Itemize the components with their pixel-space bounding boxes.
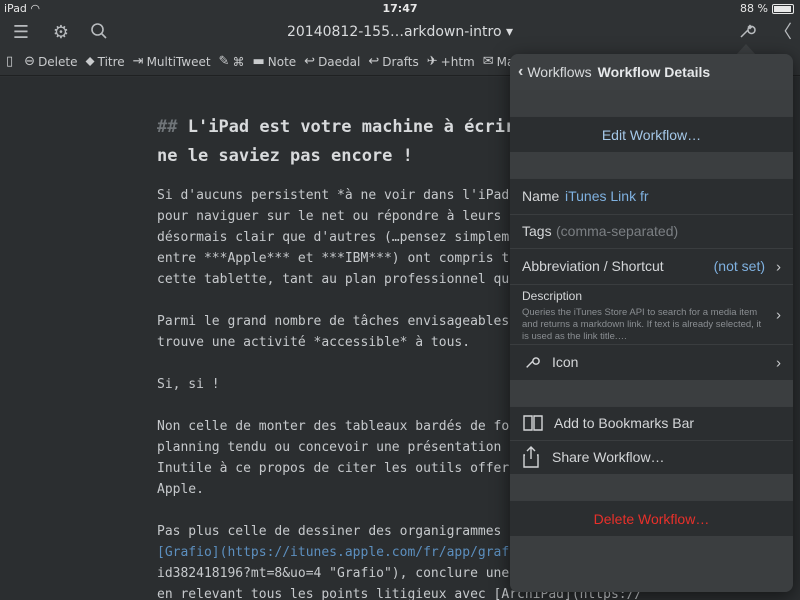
description-label: Description bbox=[522, 289, 583, 303]
document-title[interactable]: 20140812-155…arkdown-intro ▾ bbox=[0, 24, 800, 40]
book-icon bbox=[522, 414, 544, 435]
reply-icon: ↩ bbox=[368, 54, 380, 69]
edit-workflow-button[interactable]: Edit Workflow… bbox=[510, 116, 793, 152]
popover-header: ‹ Workflows Workflow Details bbox=[510, 54, 793, 90]
action-delete[interactable]: ⊖ Delete bbox=[24, 54, 77, 69]
chevron-left-icon[interactable]: ‹ bbox=[518, 63, 523, 81]
wrench-icon[interactable] bbox=[736, 22, 758, 44]
name-row[interactable]: Name iTunes Link fr bbox=[510, 178, 793, 214]
chevron-right-icon: › bbox=[776, 354, 781, 371]
navigation-bar: ☰ ⚙ 20140812-155…arkdown-intro ▾ 〈 bbox=[0, 18, 800, 48]
mail-icon: ✉ bbox=[482, 54, 494, 69]
section-gap bbox=[510, 536, 793, 592]
export-icon: ⇥ bbox=[132, 54, 144, 69]
section-gap bbox=[510, 90, 793, 116]
action-multitweet[interactable]: ⇥ MultiTweet bbox=[133, 54, 211, 69]
book-icon: ▯ bbox=[6, 54, 14, 69]
note-icon: ▬ bbox=[252, 54, 265, 69]
pin-icon: ✈ bbox=[426, 54, 438, 69]
section-gap bbox=[510, 152, 793, 178]
reply-icon: ↩ bbox=[304, 54, 316, 69]
status-bar: iPad ◠ 17:47 88 % bbox=[0, 0, 800, 18]
icon-row[interactable]: Icon › bbox=[510, 344, 793, 380]
icon-label: Icon bbox=[552, 354, 579, 370]
section-gap bbox=[510, 380, 793, 406]
tags-field[interactable]: (comma-separated) bbox=[556, 223, 678, 239]
popover-title: Workflow Details bbox=[597, 64, 711, 80]
tags-label: Tags bbox=[522, 223, 552, 239]
share-label: Share Workflow… bbox=[552, 449, 665, 465]
action-command[interactable]: ✎ ⌘ bbox=[219, 54, 245, 69]
chevron-right-icon: › bbox=[776, 258, 781, 275]
description-row[interactable]: Description Queries the iTunes Store API… bbox=[510, 284, 793, 344]
share-workflow-button[interactable]: Share Workflow… bbox=[510, 440, 793, 474]
name-label: Name bbox=[522, 188, 560, 204]
sidebar-toggle[interactable]: ▯ bbox=[6, 54, 16, 69]
section-gap bbox=[510, 474, 793, 500]
share-icon bbox=[522, 446, 540, 471]
action-daedal[interactable]: ↩ Daedal bbox=[304, 54, 360, 69]
tag-icon: ⬥ bbox=[85, 54, 95, 69]
delete-icon: ⊖ bbox=[24, 54, 36, 69]
abbreviation-value: (not set) bbox=[713, 258, 765, 274]
battery-icon bbox=[772, 3, 794, 14]
name-field[interactable]: iTunes Link fr bbox=[565, 188, 649, 204]
add-to-bookmarks-button[interactable]: Add to Bookmarks Bar bbox=[510, 406, 793, 440]
back-button[interactable]: Workflows bbox=[527, 64, 591, 80]
description-text: Queries the iTunes Store API to search f… bbox=[522, 307, 762, 342]
clock: 17:47 bbox=[382, 2, 418, 15]
edit-icon: ✎ bbox=[218, 54, 230, 69]
action-titre[interactable]: ⬥ Titre bbox=[86, 54, 125, 69]
action-note[interactable]: ▬ Note bbox=[252, 54, 296, 69]
tags-row[interactable]: Tags (comma-separated) bbox=[510, 214, 793, 248]
battery-status: 88 % bbox=[740, 2, 794, 15]
wrench-icon bbox=[524, 354, 540, 373]
chevron-left-icon[interactable]: 〈 bbox=[772, 22, 794, 44]
abbreviation-label: Abbreviation / Shortcut bbox=[522, 258, 664, 274]
bookmarks-label: Add to Bookmarks Bar bbox=[554, 415, 695, 431]
action-drafts[interactable]: ↩ Drafts bbox=[368, 54, 418, 69]
delete-workflow-button[interactable]: Delete Workflow… bbox=[510, 500, 793, 536]
chevron-right-icon: › bbox=[776, 306, 781, 323]
abbreviation-row[interactable]: Abbreviation / Shortcut (not set) › bbox=[510, 248, 793, 284]
action-htm[interactable]: ✈ +htm bbox=[427, 54, 475, 69]
workflow-details-popover: ‹ Workflows Workflow Details Edit Workfl… bbox=[510, 54, 793, 592]
